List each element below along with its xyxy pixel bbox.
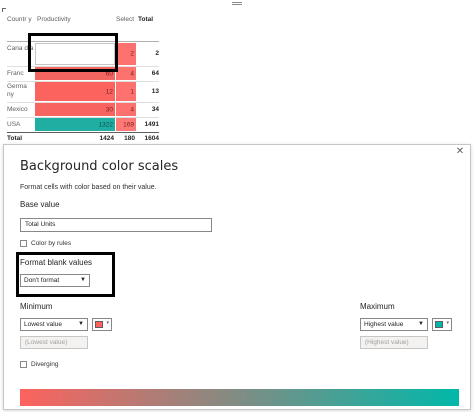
visual-drag-handle[interactable] bbox=[232, 2, 242, 5]
select-cell: 169 bbox=[116, 118, 136, 131]
select-cell: 4 bbox=[116, 67, 136, 80]
row-total: 34 bbox=[151, 106, 159, 113]
productivity-cell: 30 bbox=[35, 103, 115, 116]
diverging-label: Diverging bbox=[31, 361, 59, 368]
chevron-down-icon: ▾ bbox=[106, 320, 109, 326]
select-cell: 2 bbox=[116, 43, 136, 65]
totals-label: Total bbox=[7, 135, 23, 142]
select-value: 2 bbox=[130, 50, 134, 58]
base-value-label: Base value bbox=[20, 200, 60, 209]
totals-select: 180 bbox=[124, 135, 135, 142]
row-country: USA bbox=[7, 121, 21, 128]
maximum-value-field: (Highest value) bbox=[360, 336, 428, 349]
chevron-down-icon: ▼ bbox=[418, 321, 424, 327]
row-country: Mexico bbox=[7, 106, 28, 113]
table-row: Germa ny 12 1 13 bbox=[7, 82, 159, 101]
totals-total: 1604 bbox=[144, 135, 159, 142]
select-value: 4 bbox=[130, 70, 134, 77]
table-row: USA 1322 169 1491 bbox=[7, 118, 159, 131]
background-color-scales-dialog: ✕ Background color scales Format cells w… bbox=[3, 144, 471, 410]
minimum-color-swatch bbox=[95, 321, 103, 328]
diverging-checkbox[interactable] bbox=[20, 361, 27, 368]
row-total: 13 bbox=[151, 88, 159, 95]
color-scale-preview bbox=[20, 389, 459, 406]
minimum-dropdown[interactable]: Lowest value ▼ bbox=[20, 318, 88, 331]
maximum-color-swatch bbox=[435, 321, 443, 328]
productivity-cell: 12 bbox=[35, 82, 115, 101]
header-select[interactable]: Select bbox=[116, 13, 136, 41]
minimum-selected: Lowest value bbox=[24, 321, 62, 328]
maximum-label: Maximum bbox=[360, 302, 395, 311]
dialog-subtitle: Format cells with color based on their v… bbox=[20, 184, 157, 191]
header-total[interactable]: Total bbox=[138, 13, 159, 41]
totals-row: Total 1424 180 1604 bbox=[7, 134, 159, 144]
productivity-fill bbox=[35, 103, 115, 116]
chevron-down-icon: ▾ bbox=[446, 320, 449, 326]
maximum-selected: Highest value bbox=[364, 321, 404, 328]
color-by-rules-label: Color by rules bbox=[31, 240, 72, 247]
select-cell: 1 bbox=[116, 82, 136, 101]
color-by-rules-checkbox[interactable] bbox=[20, 240, 27, 247]
totals-divider bbox=[7, 132, 159, 133]
annotation-highlight-blank-cell bbox=[28, 33, 118, 72]
minimum-label: Minimum bbox=[20, 302, 53, 311]
select-value: 169 bbox=[123, 121, 134, 128]
row-country: Germa ny bbox=[7, 83, 27, 98]
dialog-title: Background color scales bbox=[20, 159, 179, 174]
visual-corner-mark bbox=[2, 8, 6, 12]
productivity-value: 1322 bbox=[98, 121, 113, 128]
color-by-rules-option[interactable]: Color by rules bbox=[20, 240, 71, 247]
minimum-color-picker[interactable]: ▾ bbox=[92, 318, 112, 331]
maximum-dropdown[interactable]: Highest value ▼ bbox=[360, 318, 428, 331]
select-value: 4 bbox=[130, 106, 134, 113]
productivity-value: 30 bbox=[105, 106, 113, 113]
maximum-color-picker[interactable]: ▾ bbox=[432, 318, 452, 331]
annotation-highlight-blank-values bbox=[16, 252, 115, 297]
row-total: 64 bbox=[151, 70, 159, 77]
select-cell: 4 bbox=[116, 103, 136, 116]
chevron-down-icon: ▼ bbox=[78, 321, 84, 327]
base-value-field[interactable]: Total Units bbox=[20, 218, 212, 232]
table-row: Mexico 30 4 34 bbox=[7, 103, 159, 116]
row-total: 2 bbox=[155, 50, 159, 57]
totals-productivity: 1424 bbox=[99, 135, 114, 142]
close-icon[interactable]: ✕ bbox=[455, 147, 465, 157]
productivity-value: 12 bbox=[105, 88, 113, 95]
minimum-value-field: (Lowest value) bbox=[20, 336, 88, 349]
diverging-option[interactable]: Diverging bbox=[20, 361, 58, 368]
productivity-cell: 1322 bbox=[35, 118, 115, 131]
select-value: 1 bbox=[130, 88, 134, 95]
productivity-fill bbox=[35, 82, 115, 101]
row-total: 1491 bbox=[144, 121, 159, 128]
